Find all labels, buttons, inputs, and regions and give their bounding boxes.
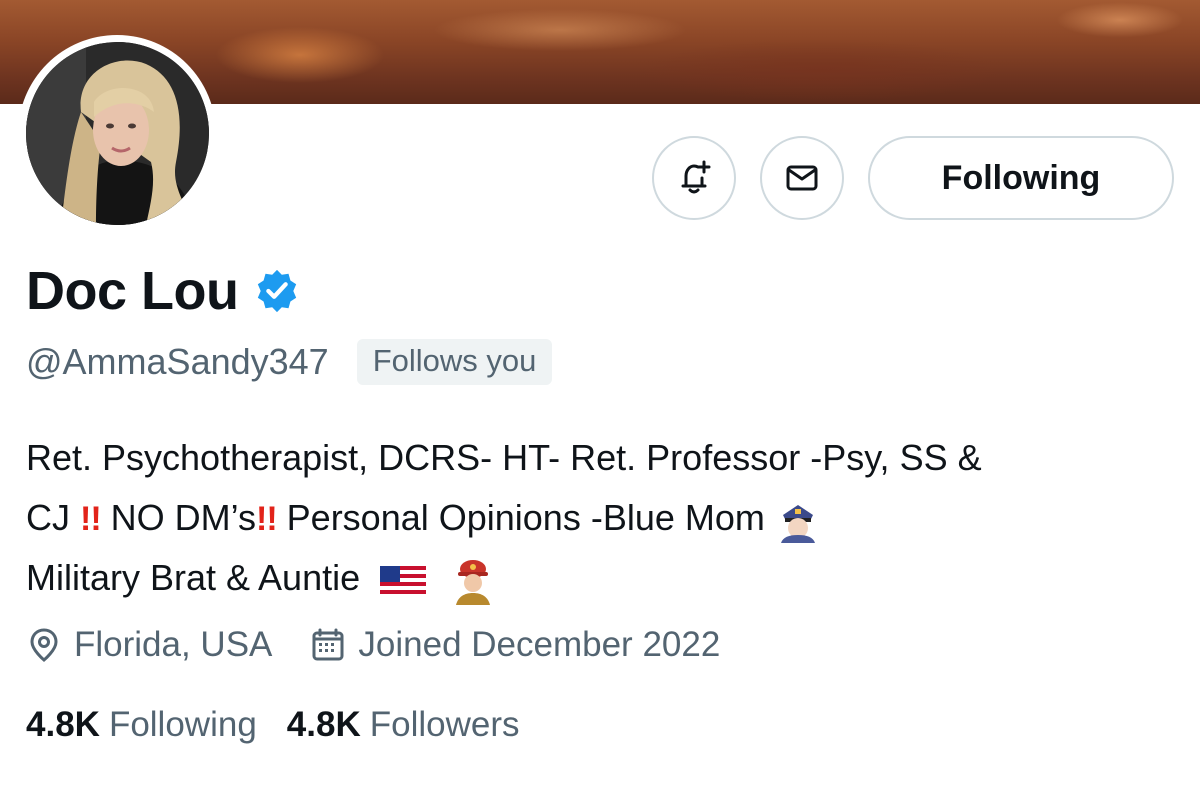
handle-row: @AmmaSandy347 Follows you bbox=[26, 337, 553, 387]
followers-stat-link[interactable]: 4.8K Followers bbox=[287, 705, 520, 745]
bio-line-1: Ret. Psychotherapist, DCRS- HT- Ret. Pro… bbox=[26, 437, 982, 478]
follow-stats: 4.8K Following 4.8K Followers bbox=[26, 700, 520, 750]
bell-plus-icon bbox=[681, 160, 711, 194]
joined-item: Joined December 2022 bbox=[310, 625, 720, 665]
follows-you-badge: Follows you bbox=[356, 339, 553, 385]
display-name: Doc Lou bbox=[26, 261, 239, 321]
profile-page: Following Doc Lou @AmmaSandy347 Follows … bbox=[0, 0, 1200, 787]
envelope-icon bbox=[786, 165, 818, 191]
location-pin-icon bbox=[30, 628, 58, 662]
following-label: Following bbox=[108, 705, 257, 744]
message-button[interactable] bbox=[760, 136, 844, 220]
bio-text: Military Brat & Auntie bbox=[26, 557, 361, 598]
firefighter-emoji bbox=[456, 560, 491, 606]
bio-line-2: CJ !! NO DM’s!! Personal Opinions -Blue … bbox=[26, 488, 1186, 548]
notify-button[interactable] bbox=[652, 136, 736, 220]
police-officer-emoji bbox=[780, 505, 815, 544]
following-count: 4.8K bbox=[26, 705, 100, 744]
following-button[interactable]: Following bbox=[868, 136, 1174, 220]
name-row: Doc Lou bbox=[26, 258, 300, 324]
double-exclamation-emoji: !! bbox=[256, 500, 278, 538]
following-stat-link[interactable]: 4.8K Following bbox=[26, 705, 257, 745]
avatar[interactable] bbox=[26, 42, 209, 225]
us-flag-emoji bbox=[380, 566, 427, 595]
calendar-icon bbox=[312, 628, 344, 661]
location-text: Florida, USA bbox=[74, 625, 273, 664]
verified-badge-icon[interactable] bbox=[254, 268, 300, 314]
profile-meta: Florida, USA Joined December 2022 bbox=[26, 620, 720, 670]
avatar-image bbox=[26, 42, 209, 225]
location-item: Florida, USA bbox=[26, 625, 272, 665]
bio-text: CJ bbox=[26, 497, 80, 538]
user-handle: @AmmaSandy347 bbox=[26, 341, 329, 382]
bio-text: Personal Opinions -Blue Mom bbox=[276, 497, 765, 538]
profile-bio: Ret. Psychotherapist, DCRS- HT- Ret. Pro… bbox=[26, 428, 1186, 608]
followers-label: Followers bbox=[369, 705, 520, 744]
joined-text: Joined December 2022 bbox=[358, 625, 721, 664]
bio-text: NO DM’s bbox=[100, 497, 256, 538]
double-exclamation-emoji: !! bbox=[80, 500, 102, 538]
bio-line-3: Military Brat & Auntie bbox=[26, 548, 1186, 608]
followers-count: 4.8K bbox=[286, 705, 361, 744]
